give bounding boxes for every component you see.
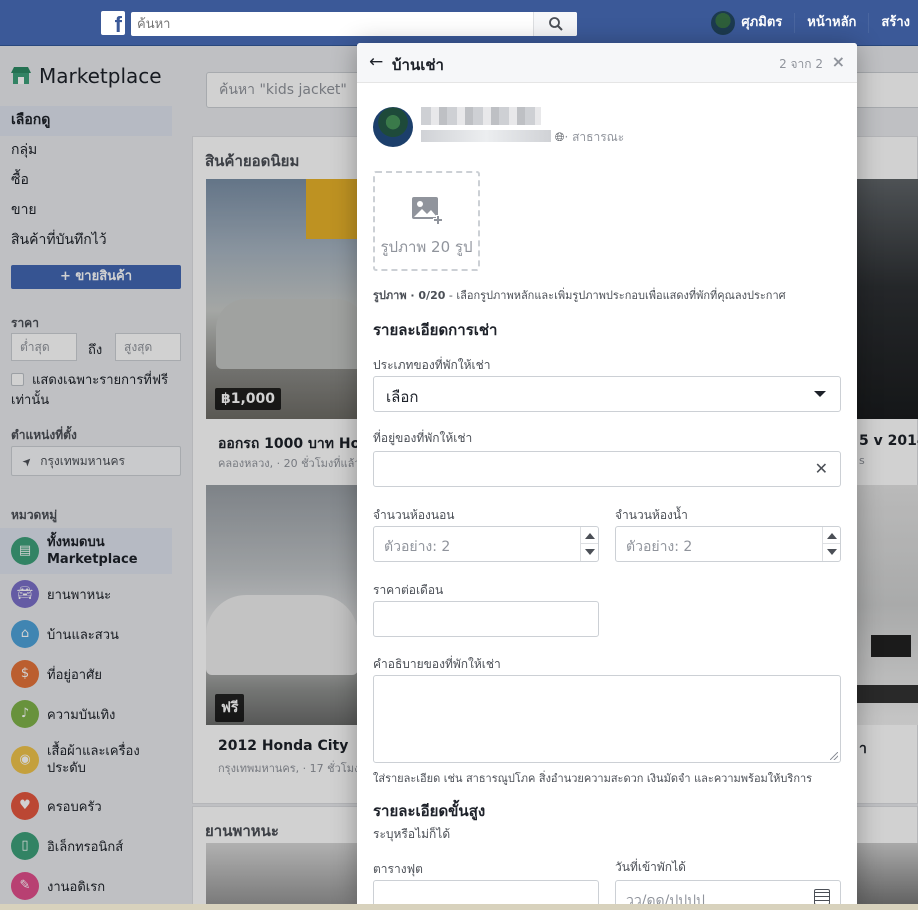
taskbar-strip — [0, 904, 918, 910]
increment-icon[interactable] — [585, 533, 595, 539]
top-nav: ศุภมิตร หน้าหลัก สร้าง — [711, 0, 918, 46]
top-search-input[interactable] — [131, 12, 531, 36]
advanced-details-heading: รายละเอียดขั้นสูง — [373, 802, 486, 820]
rental-listing-dialog: ← บ้านเช่า 2 จาก 2 × 🌐︎· สาธารณะ รูปภาพ … — [357, 43, 857, 906]
top-search — [131, 12, 577, 36]
monthly-price-label: ราคาต่อเดือน — [373, 583, 444, 597]
facebook-logo-icon[interactable]: f — [101, 11, 125, 35]
bathrooms-label: จำนวนห้องน้ำ — [615, 508, 688, 522]
top-bar: f ศุภมิตร หน้าหลัก สร้าง — [0, 0, 918, 46]
move-in-label: วันที่เข้าพักได้ — [615, 860, 686, 874]
user-avatar[interactable] — [711, 11, 736, 35]
bedrooms-stepper[interactable] — [580, 527, 598, 561]
photo-hint-count: รูปภาพ · 0/20 — [373, 289, 446, 302]
rent-details-heading: รายละเอียดการเช่า — [373, 321, 498, 339]
search-icon — [549, 17, 563, 31]
move-in-date-input[interactable]: วว/ดด/ปปปป — [615, 880, 841, 906]
calendar-icon[interactable] — [814, 889, 830, 905]
bedrooms-input[interactable]: ตัวอย่าง: 2 — [373, 526, 599, 562]
profile-link[interactable]: ศุภมิตร — [741, 13, 794, 33]
add-photos-button[interactable]: รูปภาพ 20 รูป — [373, 171, 480, 271]
property-type-value: เลือก — [386, 388, 419, 406]
home-link[interactable]: หน้าหลัก — [794, 13, 868, 33]
description-help: ใส่รายละเอียด เช่น สาธารณูปโภค สิ่งอำนวย… — [373, 772, 813, 785]
clear-icon[interactable]: ✕ — [815, 459, 828, 478]
dialog-title: บ้านเช่า — [392, 56, 444, 74]
create-link[interactable]: สร้าง — [868, 13, 918, 33]
search-button[interactable] — [533, 12, 577, 36]
description-label: คำอธิบายของที่พักให้เช่า — [373, 657, 501, 671]
owner-avatar — [373, 107, 413, 147]
decrement-icon[interactable] — [585, 549, 595, 555]
step-counter: 2 จาก 2 — [779, 57, 823, 71]
increment-icon[interactable] — [827, 533, 837, 539]
bathrooms-stepper[interactable] — [822, 527, 840, 561]
add-photo-icon — [411, 197, 443, 225]
property-type-select[interactable]: เลือก — [373, 376, 841, 412]
stepper-divider — [581, 543, 598, 544]
address-label: ที่อยู่ของที่พักให้เช่า — [373, 431, 473, 445]
resize-handle-icon[interactable] — [830, 752, 838, 760]
description-textarea[interactable] — [373, 675, 841, 763]
dropdown-caret-icon — [814, 391, 826, 397]
monthly-price-input[interactable] — [373, 601, 599, 637]
owner-name-blurred — [421, 107, 541, 125]
bedrooms-placeholder: ตัวอย่าง: 2 — [384, 539, 451, 555]
photo-count-label: รูปภาพ 20 รูป — [380, 238, 473, 256]
owner-meta: 🌐︎· สาธารณะ — [421, 128, 624, 147]
bedrooms-label: จำนวนห้องนอน — [373, 508, 455, 522]
address-input[interactable]: ✕ — [373, 451, 841, 487]
bathrooms-input[interactable]: ตัวอย่าง: 2 — [615, 526, 841, 562]
blurred-text — [421, 130, 551, 142]
privacy-label[interactable]: · สาธารณะ — [564, 130, 624, 144]
advanced-details-subtitle: ระบุหรือไม่ก็ได้ — [373, 827, 451, 841]
property-type-label: ประเภทของที่พักให้เช่า — [373, 358, 491, 372]
area-label: ตารางฟุต — [373, 862, 423, 876]
photo-hint-text: - เลือกรูปภาพหลักและเพิ่มรูปภาพประกอบเพื… — [445, 289, 786, 302]
stepper-divider — [823, 543, 840, 544]
globe-icon: 🌐︎ — [554, 130, 565, 144]
photo-hint: รูปภาพ · 0/20 - เลือกรูปภาพหลักและเพิ่มร… — [373, 286, 786, 304]
area-input[interactable] — [373, 880, 599, 906]
dialog-header: ← บ้านเช่า 2 จาก 2 × — [357, 43, 857, 83]
close-icon[interactable]: × — [832, 52, 845, 71]
decrement-icon[interactable] — [827, 549, 837, 555]
bathrooms-placeholder: ตัวอย่าง: 2 — [626, 539, 693, 555]
back-arrow-icon[interactable]: ← — [369, 52, 383, 72]
